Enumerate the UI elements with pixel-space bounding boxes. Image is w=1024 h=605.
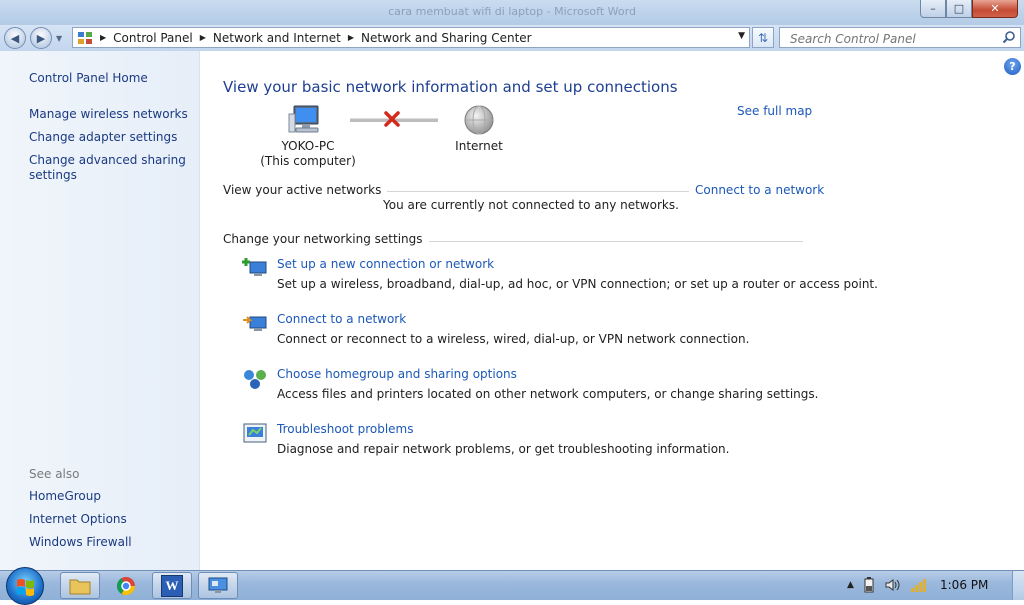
show-desktop-button[interactable] [1012,571,1024,600]
settings-heading: Change your networking settings [223,232,429,246]
taskbar: W ▲ 1:06 PM [0,567,1024,605]
address-bar[interactable]: ▶ Control Panel ▶ Network and Internet ▶… [72,27,750,48]
minimize-button[interactable]: – [920,0,946,18]
search-box[interactable] [779,27,1021,48]
forward-button[interactable]: ▶ [30,27,52,49]
internet-globe-icon[interactable] [463,104,495,136]
homegroup-icon[interactable] [242,367,268,391]
control-panel-home-link[interactable]: Control Panel Home [29,71,194,86]
maximize-button[interactable]: □ [946,0,972,18]
disconnected-x-icon[interactable] [383,110,401,128]
breadcrumb-separator[interactable]: ▶ [197,33,209,42]
setup-connection-link[interactable]: Set up a new connection or network [277,257,494,271]
recent-pages-dropdown[interactable]: ▼ [56,34,66,44]
page-title: View your basic network information and … [223,78,678,96]
taskbar-explorer-button[interactable] [60,572,100,599]
back-button[interactable]: ◀ [4,27,26,49]
volume-icon[interactable] [884,577,900,593]
homegroup-sharing-desc: Access files and printers located on oth… [277,387,819,401]
windows-firewall-link[interactable]: Windows Firewall [29,535,194,550]
word-icon: W [161,574,183,597]
breadcrumb-control-panel[interactable]: Control Panel [109,31,197,45]
troubleshoot-link[interactable]: Troubleshoot problems [277,422,413,436]
setup-connection-desc: Set up a wireless, broadband, dial-up, a… [277,277,878,291]
clock[interactable]: 1:06 PM [940,578,988,592]
active-networks-heading: View your active networks [223,183,388,197]
system-tray: ▲ [842,571,933,599]
breadcrumb-network-sharing-center[interactable]: Network and Sharing Center [357,31,536,45]
navigation-bar: ◀ ▶ ▼ ▶ Control Panel ▶ Network and Inte… [0,25,1024,51]
internet-options-link[interactable]: Internet Options [29,512,194,527]
search-input[interactable] [788,30,997,47]
wireless-signal-icon[interactable] [910,577,928,593]
manage-wireless-networks-link[interactable]: Manage wireless networks [29,107,194,122]
change-advanced-sharing-settings-link[interactable]: Change advanced sharing settings [29,153,194,183]
internet-label: Internet [455,139,503,153]
show-hidden-icons-icon[interactable]: ▲ [847,580,854,590]
breadcrumb-separator[interactable]: ▶ [97,33,109,42]
left-navigation-pane: Control Panel Home Manage wireless netwo… [0,51,200,570]
start-button[interactable] [6,567,44,605]
connect-network-task-link[interactable]: Connect to a network [277,312,406,326]
search-icon[interactable] [1002,30,1016,44]
new-connection-icon[interactable] [242,256,268,280]
network-center-icon [208,577,228,593]
see-full-map-link[interactable]: See full map [737,104,812,118]
computer-subtitle: (This computer) [260,154,356,168]
change-adapter-settings-link[interactable]: Change adapter settings [29,130,194,145]
title-bar: cara membuat wifi di laptop - Microsoft … [0,0,1024,25]
folder-icon [69,579,91,594]
taskbar-word-button[interactable]: W [152,572,192,599]
address-dropdown-icon[interactable]: ▼ [738,31,745,41]
help-icon[interactable]: ? [1004,58,1021,75]
control-panel-icon [78,31,92,44]
close-button[interactable]: ✕ [972,0,1018,18]
battery-icon[interactable] [864,577,874,593]
breadcrumb-separator[interactable]: ▶ [345,33,357,42]
troubleshoot-icon[interactable] [242,422,268,446]
taskbar-control-panel-button[interactable] [198,572,238,599]
not-connected-message: You are currently not connected to any n… [383,198,679,212]
connect-to-network-link[interactable]: Connect to a network [689,183,825,197]
computer-name: YOKO-PC [281,139,335,153]
window-title: cara membuat wifi di laptop - Microsoft … [388,5,636,18]
computer-icon[interactable] [288,104,324,136]
taskbar-chrome-button[interactable] [106,572,146,599]
see-also-heading: See also [29,467,80,481]
refresh-button[interactable]: ⇅ [752,27,774,48]
chrome-icon [117,576,135,595]
connect-network-desc: Connect or reconnect to a wireless, wire… [277,332,750,346]
computer-label: YOKO-PC (This computer) [260,139,356,169]
breadcrumb-network-and-internet[interactable]: Network and Internet [209,31,345,45]
troubleshoot-desc: Diagnose and repair network problems, or… [277,442,730,456]
homegroup-sharing-link[interactable]: Choose homegroup and sharing options [277,367,517,381]
homegroup-link[interactable]: HomeGroup [29,489,194,504]
windows-logo-icon [17,579,34,596]
connect-network-icon[interactable] [242,311,268,335]
